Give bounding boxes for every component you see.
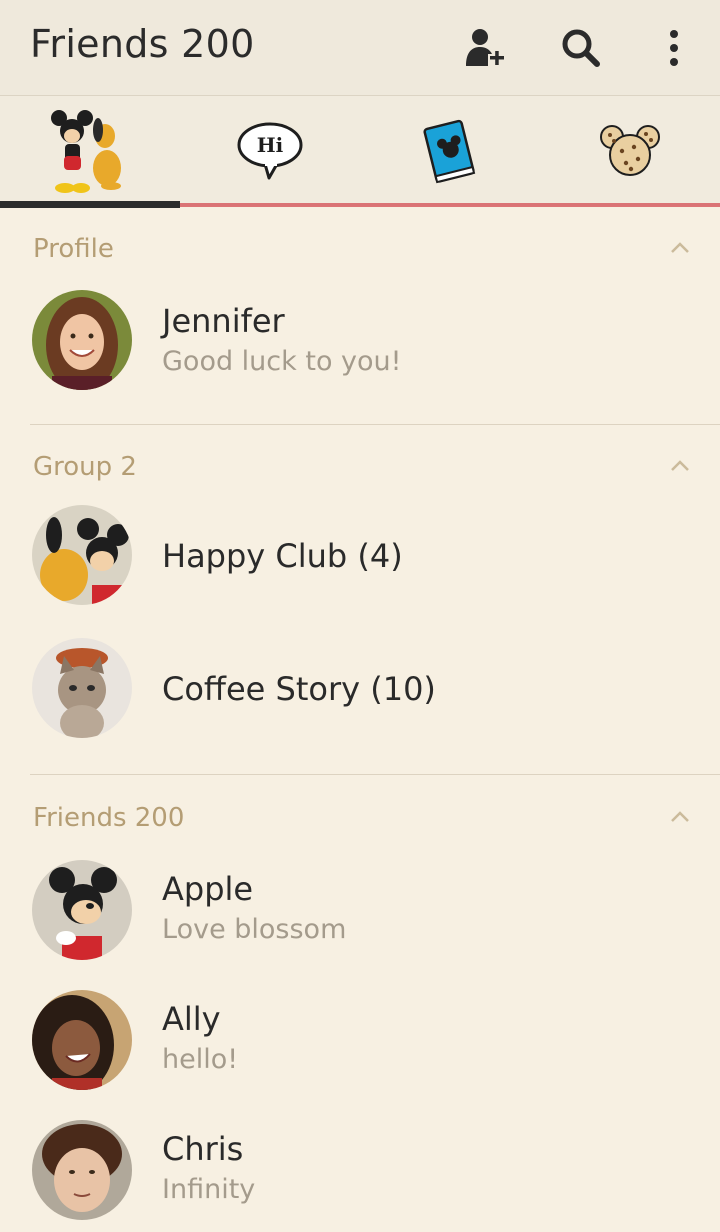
chevron-up-icon[interactable] <box>668 805 692 829</box>
search-icon <box>562 29 600 67</box>
section-divider <box>30 424 720 425</box>
group-row[interactable]: Happy Club (4) <box>0 495 720 615</box>
contact-status: Love blossom <box>162 914 347 945</box>
more-icon <box>670 30 678 66</box>
tab-chats[interactable]: Hi <box>180 96 360 206</box>
section-header-groups[interactable]: Group 2 <box>0 438 720 498</box>
tab-more[interactable] <box>540 96 720 206</box>
active-tab-indicator <box>0 201 180 208</box>
tab-bar: Hi <box>0 96 720 206</box>
search-button[interactable] <box>555 22 607 74</box>
add-friend-icon <box>466 29 504 66</box>
chevron-up-icon[interactable] <box>668 236 692 260</box>
contact-name: Chris <box>162 1130 244 1168</box>
group-name: Coffee Story (10) <box>162 670 436 708</box>
section-header-friends[interactable]: Friends 200 <box>0 789 720 849</box>
contact-name: Jennifer <box>162 302 285 340</box>
friend-row[interactable]: Chris Infinity <box>0 1110 720 1230</box>
more-options-button[interactable] <box>648 22 700 74</box>
contact-name: Apple <box>162 870 254 908</box>
friend-row[interactable]: Apple Love blossom <box>0 850 720 970</box>
section-title: Group 2 <box>33 452 137 482</box>
tab-friends[interactable] <box>0 96 180 206</box>
blue-book-icon <box>423 119 476 184</box>
group-name: Happy Club (4) <box>162 537 403 575</box>
group-row[interactable]: Coffee Story (10) <box>0 628 720 748</box>
avatar <box>32 638 132 738</box>
add-friend-button[interactable] <box>458 22 510 74</box>
header-bar: Friends 200 <box>0 0 720 96</box>
tab-accent-line <box>180 203 720 207</box>
avatar <box>32 990 132 1090</box>
section-title: Profile <box>33 234 114 264</box>
hi-speech-bubble-icon: Hi <box>237 122 303 180</box>
chevron-up-icon[interactable] <box>668 454 692 478</box>
section-title: Friends 200 <box>33 803 185 833</box>
contact-name: Ally <box>162 1000 221 1038</box>
profile-row[interactable]: Jennifer Good luck to you! <box>0 280 720 400</box>
svg-text:Hi: Hi <box>257 133 284 157</box>
contact-status: Infinity <box>162 1174 256 1205</box>
cookie-icon <box>600 125 660 176</box>
contact-status: hello! <box>162 1044 239 1075</box>
avatar <box>32 860 132 960</box>
page-title: Friends 200 <box>30 22 255 66</box>
section-header-profile[interactable]: Profile <box>0 220 720 280</box>
avatar <box>32 505 132 605</box>
section-divider <box>30 774 720 775</box>
tab-timeline[interactable] <box>360 96 540 206</box>
mickey-pluto-icon <box>51 110 121 193</box>
avatar <box>32 290 132 390</box>
friend-row[interactable]: Ally hello! <box>0 980 720 1100</box>
contact-status: Good luck to you! <box>162 346 402 377</box>
avatar <box>32 1120 132 1220</box>
